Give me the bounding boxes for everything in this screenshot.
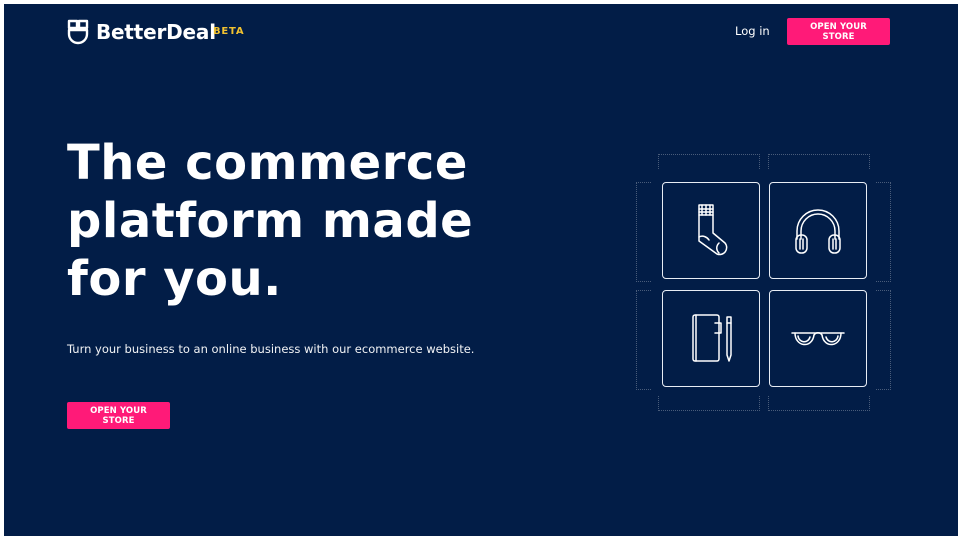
glasses-icon [791, 331, 845, 345]
guide-line [658, 154, 760, 169]
hero-title-line-2: platform made [67, 193, 474, 249]
login-link[interactable]: Log in [735, 24, 770, 38]
product-illustration-grid [634, 154, 892, 412]
headphones-icon [795, 208, 841, 254]
guide-line [876, 290, 891, 390]
guide-line [658, 396, 760, 411]
hero-title-line-3: for you. [67, 251, 282, 307]
hero-title: The commerce platform made for you. [67, 134, 517, 308]
product-tile-notebook [662, 290, 760, 387]
logo-mark-icon [66, 18, 90, 46]
brand-logo[interactable]: BetterDeal [66, 18, 216, 46]
product-tile-headphones [769, 182, 867, 279]
product-tile-sock [662, 182, 760, 279]
hero-title-line-1: The commerce [67, 135, 468, 191]
guide-line [636, 290, 651, 390]
brand-name: BetterDeal [96, 20, 216, 44]
guide-line [636, 182, 651, 282]
page-frame: BetterDeal BETA Log in OPEN YOUR STORE T… [4, 4, 958, 536]
beta-badge: BETA [213, 26, 245, 37]
open-store-hero-button[interactable]: OPEN YOUR STORE [67, 402, 170, 429]
open-store-header-button[interactable]: OPEN YOUR STORE [787, 18, 890, 45]
hero-subtitle: Turn your business to an online business… [67, 342, 475, 356]
product-tile-glasses [769, 290, 867, 387]
notebook-pen-icon [692, 313, 732, 362]
guide-line [876, 182, 891, 282]
sock-icon [698, 203, 728, 255]
guide-line [768, 396, 870, 411]
guide-line [768, 154, 870, 169]
